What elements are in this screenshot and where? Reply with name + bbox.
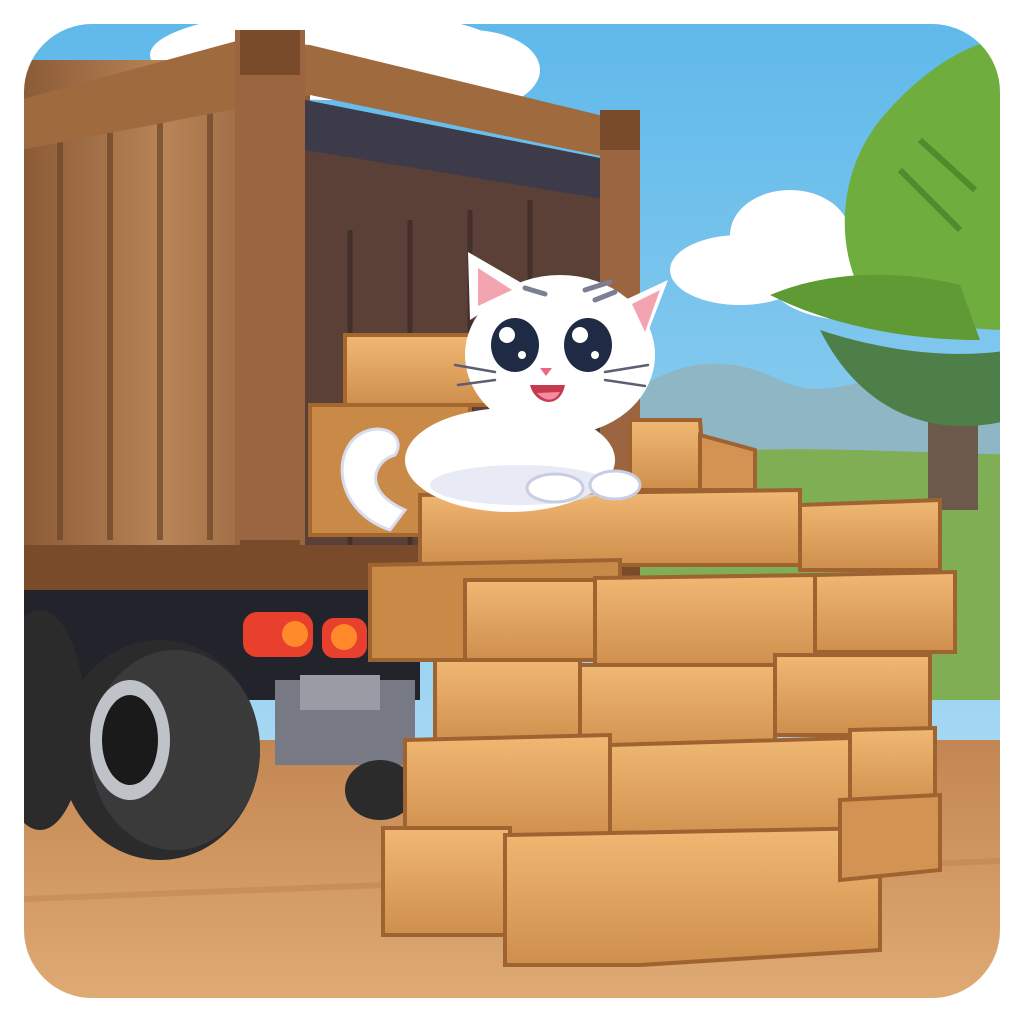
scene-canvas bbox=[20, 20, 1004, 1002]
app-icon-illustration bbox=[0, 0, 1024, 1024]
